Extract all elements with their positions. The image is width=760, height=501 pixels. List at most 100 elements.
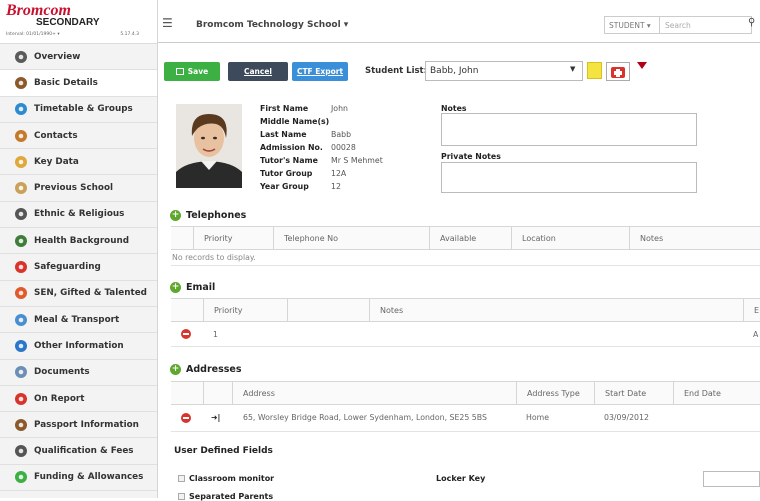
sidebar-item[interactable]: On Report — [0, 386, 157, 413]
private-notes-label: Private Notes — [441, 152, 501, 161]
lifebuoy-icon — [14, 286, 30, 300]
sticky-note-icon[interactable] — [587, 62, 602, 79]
column-header[interactable]: Address Type — [516, 382, 594, 404]
address-type: Home — [526, 413, 550, 422]
sidebar-item-label: Qualification & Fees — [34, 446, 134, 457]
sidebar-item[interactable]: Key Data — [0, 149, 157, 176]
column-header[interactable] — [287, 299, 369, 321]
column-header[interactable]: Priority — [193, 227, 273, 249]
sidebar-item-label: Meal & Transport — [34, 314, 120, 325]
search-icon[interactable]: ⚲ — [748, 17, 755, 28]
column-header[interactable]: Notes — [369, 299, 743, 321]
document-icon — [14, 365, 30, 379]
sidebar: Bromcom SECONDARY Interval: 01/01/1990+ … — [0, 0, 158, 498]
notes-textarea[interactable] — [441, 113, 697, 146]
address-value: 65, Worsley Bridge Road, Lower Sydenham,… — [243, 413, 487, 422]
addresses-title: Addresses — [186, 364, 242, 375]
classroom-monitor-field[interactable]: Classroom monitor — [178, 474, 274, 483]
locker-key-input[interactable] — [703, 471, 760, 487]
telephones-grid-header: Priority Telephone No Available Location… — [171, 227, 760, 250]
column-header[interactable]: Address — [232, 382, 516, 404]
column-header[interactable]: Location — [511, 227, 629, 249]
classroom-monitor-checkbox[interactable] — [178, 475, 185, 482]
flag-icon[interactable] — [637, 62, 647, 69]
first-name-label: First Name — [260, 104, 309, 113]
first-name-value: John — [331, 104, 348, 113]
sidebar-item[interactable]: Safeguarding — [0, 254, 157, 281]
email-value: A — [753, 330, 759, 339]
first-aid-icon[interactable] — [606, 62, 630, 81]
chevron-down-icon[interactable]: ▼ — [570, 65, 575, 73]
sidebar-item[interactable]: Ethnic & Religious — [0, 202, 157, 229]
admission-no-label: Admission No. — [260, 143, 323, 152]
sidebar-item-label: Safeguarding — [34, 262, 101, 273]
sidebar-item[interactable]: Basic Details — [0, 70, 157, 97]
addresses-grid: Address Address Type Start Date End Date… — [171, 381, 760, 432]
column-header[interactable]: Priority — [203, 299, 287, 321]
sidebar-item[interactable]: Other Information — [0, 333, 157, 360]
column-header[interactable]: End Date — [673, 382, 760, 404]
email-priority: 1 — [213, 330, 218, 339]
add-telephone-icon[interactable]: + — [170, 210, 181, 221]
sidebar-item-label: Health Background — [34, 235, 130, 246]
sidebar-item[interactable]: Documents — [0, 360, 157, 386]
column-header[interactable]: Telephone No — [273, 227, 429, 249]
sidebar-item[interactable]: Health Background — [0, 228, 157, 255]
app-logo[interactable]: Bromcom SECONDARY Interval: 01/01/1990+ … — [0, 0, 157, 44]
sidebar-item[interactable]: Overview — [0, 44, 157, 71]
top-bar: ☰ Bromcom Technology School ▾ STUDENT ▾ … — [158, 11, 760, 43]
email-grid: Priority Notes E 1 A — [171, 298, 760, 347]
move-arrow-icon[interactable]: ➜| — [211, 413, 220, 422]
role-selector[interactable]: STUDENT ▾ — [604, 16, 660, 34]
sidebar-item-label: Passport Information — [34, 419, 139, 430]
school-selector[interactable]: Bromcom Technology School ▾ — [196, 20, 348, 30]
add-address-icon[interactable]: + — [170, 364, 181, 375]
telephones-title: Telephones — [186, 210, 247, 221]
menu-icon[interactable]: ☰ — [162, 16, 173, 30]
sidebar-item[interactable]: Qualification & Fees — [0, 438, 157, 465]
last-name-label: Last Name — [260, 130, 307, 139]
key-icon — [14, 155, 30, 169]
school-icon — [14, 181, 30, 195]
sidebar-item[interactable]: Meal & Transport — [0, 307, 157, 334]
delete-icon[interactable] — [181, 329, 191, 339]
tutor-name-value: Mr S Mehmet — [331, 156, 383, 165]
people-icon — [14, 207, 30, 221]
start-date: 03/09/2012 — [604, 413, 649, 422]
student-list-select[interactable]: Babb, John — [425, 61, 583, 81]
separated-parents-field[interactable]: Separated Parents — [178, 492, 273, 501]
table-row[interactable]: ➜| 65, Worsley Bridge Road, Lower Sydenh… — [171, 405, 760, 432]
column-header[interactable]: E — [743, 299, 760, 321]
sidebar-item[interactable]: Contacts — [0, 123, 157, 150]
separated-parents-checkbox[interactable] — [178, 493, 185, 500]
tutor-group-label: Tutor Group — [260, 169, 313, 178]
column-header[interactable]: Start Date — [594, 382, 673, 404]
sidebar-item-label: Contacts — [34, 130, 78, 141]
column-header[interactable]: Notes — [629, 227, 760, 249]
column-header[interactable]: Available — [429, 227, 511, 249]
tutor-group-value: 12A — [331, 169, 347, 178]
table-row[interactable]: 1 A — [171, 322, 760, 347]
search-input[interactable]: Search — [660, 16, 752, 34]
delete-icon[interactable] — [181, 413, 191, 423]
sidebar-item[interactable]: Previous School — [0, 175, 157, 202]
add-email-icon[interactable]: + — [170, 282, 181, 293]
session-selector[interactable]: Interval: 01/01/1990+ ▾ — [6, 32, 60, 37]
sidebar-item[interactable]: SEN, Gifted & Talented — [0, 281, 157, 307]
last-name-value: Babb — [331, 130, 352, 139]
save-button[interactable]: Save — [164, 62, 220, 81]
sidebar-item[interactable]: Timetable & Groups — [0, 97, 157, 123]
save-icon — [175, 68, 184, 75]
locker-key-label: Locker Key — [436, 474, 486, 483]
ctf-export-button[interactable]: CTF Export — [292, 62, 348, 81]
sidebar-item-label: Ethnic & Religious — [34, 209, 125, 220]
sidebar-item-label: Documents — [34, 367, 90, 378]
sidebar-item-label: Key Data — [34, 156, 79, 167]
private-notes-textarea[interactable] — [441, 162, 697, 193]
cancel-button[interactable]: Cancel — [228, 62, 288, 81]
health-icon — [14, 234, 30, 248]
sidebar-item[interactable]: Funding & Allowances — [0, 465, 157, 492]
column-header[interactable] — [203, 382, 232, 404]
sidebar-item[interactable]: Passport Information — [0, 412, 157, 439]
telephones-grid: Priority Telephone No Available Location… — [171, 226, 760, 266]
